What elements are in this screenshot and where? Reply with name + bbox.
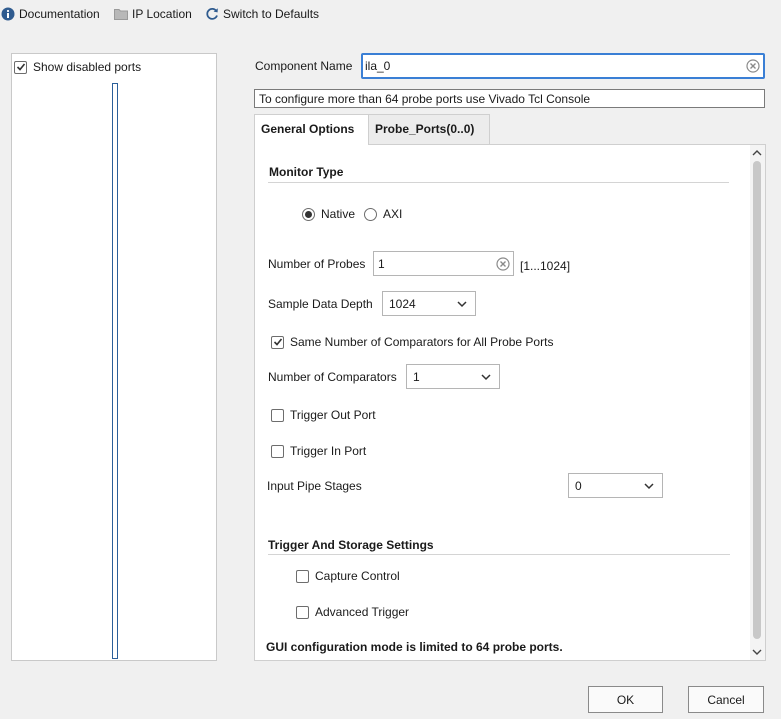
radio-axi[interactable]: AXI <box>364 207 402 221</box>
advanced-trigger-box[interactable] <box>296 605 309 619</box>
clear-icon[interactable] <box>746 59 760 73</box>
info-icon <box>1 7 15 21</box>
show-disabled-ports-checkbox[interactable]: Show disabled ports <box>14 60 141 74</box>
same-comparators-checkbox[interactable]: Same Number of Comparators for All Probe… <box>271 335 553 349</box>
input-pipe-stages-select[interactable]: 0 <box>568 473 663 498</box>
documentation-button[interactable]: Documentation <box>1 5 100 23</box>
capture-control-label: Capture Control <box>315 569 400 583</box>
trigger-storage-title: Trigger And Storage Settings <box>268 538 434 552</box>
radio-native[interactable]: Native <box>302 207 355 221</box>
number-of-comparators-select[interactable]: 1 <box>406 364 500 389</box>
input-pipe-stages-value: 0 <box>575 479 582 493</box>
ok-button[interactable]: OK <box>588 686 663 713</box>
radio-axi-label: AXI <box>383 207 403 221</box>
capture-control-checkbox[interactable]: Capture Control <box>296 569 400 583</box>
input-pipe-stages-label: Input Pipe Stages <box>267 479 362 493</box>
sample-data-depth-label: Sample Data Depth <box>268 297 373 311</box>
trigger-out-port-label: Trigger Out Port <box>290 408 376 422</box>
number-of-probes-range: [1...1024] <box>520 259 571 273</box>
checkmark-icon <box>16 63 25 71</box>
scrollbar-thumb[interactable] <box>753 161 761 639</box>
switch-to-defaults-button[interactable]: Switch to Defaults <box>205 5 319 23</box>
component-name-input[interactable] <box>365 59 735 73</box>
same-comparators-box[interactable] <box>271 335 284 349</box>
probe-limit-note: GUI configuration mode is limited to 64 … <box>266 640 563 654</box>
folder-icon <box>114 9 128 20</box>
sample-data-depth-value: 1024 <box>389 297 416 311</box>
show-disabled-ports-box[interactable] <box>14 60 27 74</box>
section-divider <box>268 182 729 183</box>
checkmark-icon <box>273 338 282 346</box>
chevron-down-icon <box>481 374 491 381</box>
chevron-up-icon[interactable] <box>752 148 762 158</box>
section-divider <box>268 554 730 555</box>
number-of-probes-input[interactable] <box>378 257 488 271</box>
general-options-panel: Monitor Type Native AXI Number of Probes… <box>254 144 766 661</box>
chevron-down-icon <box>457 301 467 308</box>
sample-data-depth-select[interactable]: 1024 <box>382 291 476 316</box>
clear-icon[interactable] <box>496 257 510 271</box>
advanced-trigger-label: Advanced Trigger <box>315 605 410 619</box>
radio-native-button[interactable] <box>302 207 315 221</box>
number-of-comparators-label: Number of Comparators <box>268 370 397 384</box>
documentation-label: Documentation <box>19 7 100 21</box>
radio-selected-dot <box>305 210 312 218</box>
trigger-in-port-checkbox[interactable]: Trigger In Port <box>271 444 366 458</box>
trigger-out-port-box[interactable] <box>271 408 284 422</box>
refresh-icon <box>206 7 218 20</box>
component-name-field[interactable] <box>361 53 765 79</box>
trigger-in-port-label: Trigger In Port <box>290 444 367 458</box>
vertical-scrollbar[interactable] <box>750 145 765 660</box>
cancel-button[interactable]: Cancel <box>688 686 764 713</box>
ip-location-button[interactable]: IP Location <box>114 5 192 23</box>
number-of-comparators-value: 1 <box>413 370 420 384</box>
same-comparators-label: Same Number of Comparators for All Probe… <box>290 335 554 349</box>
info-message: To configure more than 64 probe ports us… <box>254 89 765 108</box>
advanced-trigger-checkbox[interactable]: Advanced Trigger <box>296 605 409 619</box>
chevron-down-icon <box>644 483 654 490</box>
trigger-in-port-box[interactable] <box>271 444 284 458</box>
number-of-probes-label: Number of Probes <box>268 257 366 271</box>
ip-location-label: IP Location <box>132 7 192 21</box>
component-name-label: Component Name <box>255 59 353 73</box>
radio-native-label: Native <box>321 207 356 221</box>
number-of-probes-field[interactable] <box>373 251 514 276</box>
symbol-preview-panel: Show disabled ports <box>11 53 217 661</box>
toolbar: Documentation IP Location Switch to Defa… <box>0 0 781 30</box>
tab-general-options[interactable]: General Options <box>254 114 369 145</box>
chevron-down-icon[interactable] <box>752 647 762 657</box>
capture-control-box[interactable] <box>296 569 309 583</box>
show-disabled-ports-label: Show disabled ports <box>33 60 142 74</box>
trigger-out-port-checkbox[interactable]: Trigger Out Port <box>271 408 376 422</box>
ip-symbol-preview <box>112 83 118 659</box>
monitor-type-title: Monitor Type <box>269 165 344 179</box>
switch-to-defaults-label: Switch to Defaults <box>223 7 320 21</box>
tab-probe-ports[interactable]: Probe_Ports(0..0) <box>369 114 490 145</box>
radio-axi-button[interactable] <box>364 207 377 221</box>
